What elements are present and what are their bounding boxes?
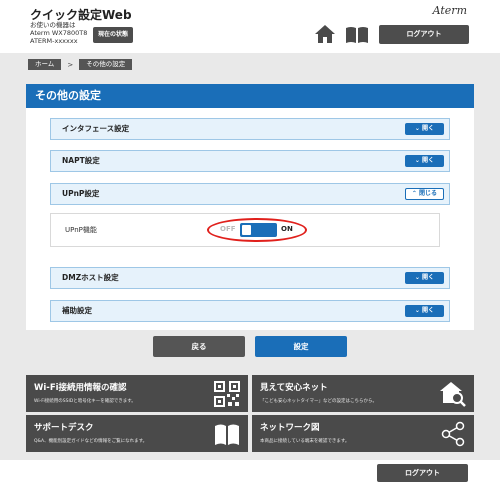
open-button-interface[interactable]: ⌄ 開く bbox=[405, 123, 444, 135]
section-label: UPnP設定 bbox=[62, 189, 100, 198]
breadcrumb: ホーム > その他の設定 bbox=[28, 59, 133, 70]
section-upnp[interactable]: UPnP設定 ⌃ 閉じる bbox=[50, 183, 450, 205]
tile-title: 見えて安心ネット bbox=[260, 383, 328, 393]
tile-desc: Q&A、機能別設定ガイドなどの情報をご覧になれます。 bbox=[34, 439, 148, 444]
upnp-function-row: UPnP機能 OFF ON bbox=[50, 213, 440, 247]
tile-desc: 「こども安心ネットタイマー」などの設定はこちらから。 bbox=[260, 399, 377, 404]
open-button-napt[interactable]: ⌄ 開く bbox=[405, 155, 444, 167]
open-button-label: 開く bbox=[422, 274, 435, 281]
toggle-off-label: OFF bbox=[220, 225, 236, 233]
home-search-icon bbox=[440, 382, 466, 407]
open-button-dmz[interactable]: ⌄ 開く bbox=[405, 272, 444, 284]
qr-code-icon bbox=[214, 381, 240, 407]
section-label: NAPT設定 bbox=[62, 156, 100, 165]
logout-button-top[interactable]: ログアウト bbox=[379, 25, 469, 44]
header: クイック設定Web お使いの機器は Aterm WX7800T8 ATERM-x… bbox=[0, 0, 500, 53]
page-title: その他の設定 bbox=[26, 84, 474, 108]
upnp-function-label: UPnP機能 bbox=[65, 226, 97, 234]
section-dmz-host[interactable]: DMZホスト設定 ⌄ 開く bbox=[50, 267, 450, 289]
close-button-upnp[interactable]: ⌃ 閉じる bbox=[405, 188, 444, 200]
tile-title: サポートデスク bbox=[34, 423, 94, 433]
chevron-up-icon: ⌃ bbox=[411, 190, 417, 197]
chevron-down-icon: ⌄ bbox=[414, 125, 420, 132]
section-auxiliary[interactable]: 補助設定 ⌄ 開く bbox=[50, 300, 450, 322]
device-model: Aterm WX7800T8 bbox=[30, 29, 88, 37]
toggle-knob[interactable] bbox=[242, 225, 251, 235]
device-caption: お使いの機器は bbox=[30, 21, 76, 29]
logout-button-bottom[interactable]: ログアウト bbox=[377, 464, 468, 482]
section-interface[interactable]: インタフェース設定 ⌄ 開く bbox=[50, 118, 450, 140]
chevron-down-icon: ⌄ bbox=[414, 274, 420, 281]
tile-support-desk[interactable]: サポートデスク Q&A、機能別設定ガイドなどの情報をご覧になれます。 bbox=[26, 415, 248, 452]
network-share-icon bbox=[441, 421, 465, 447]
book-icon bbox=[215, 424, 239, 445]
open-button-label: 開く bbox=[422, 307, 435, 314]
breadcrumb-current: その他の設定 bbox=[79, 59, 133, 70]
toggle-on-label: ON bbox=[281, 225, 293, 233]
back-button[interactable]: 戻る bbox=[153, 336, 245, 357]
device-info: お使いの機器は Aterm WX7800T8 ATERM-xxxxxx bbox=[30, 21, 87, 45]
section-label: インタフェース設定 bbox=[62, 124, 130, 133]
current-status-button[interactable]: 現在の状態 bbox=[93, 27, 133, 43]
tile-mieru-anshin-net[interactable]: 見えて安心ネット 「こども安心ネットタイマー」などの設定はこちらから。 bbox=[252, 375, 474, 412]
tile-title: Wi-Fi接続用情報の確認 bbox=[34, 383, 127, 393]
close-button-label: 閉じる bbox=[419, 190, 438, 197]
tile-title: ネットワーク図 bbox=[260, 423, 320, 433]
open-button-label: 開く bbox=[422, 157, 435, 164]
tile-wifi-info[interactable]: Wi-Fi接続用情報の確認 Wi-Fi接続用のSSIDと暗号化キーを確認できます… bbox=[26, 375, 248, 412]
brand-logo: Aterm bbox=[432, 4, 467, 17]
breadcrumb-home[interactable]: ホーム bbox=[28, 59, 62, 70]
tile-desc: Wi-Fi接続用のSSIDと暗号化キーを確認できます。 bbox=[34, 399, 136, 404]
toggle-switch[interactable] bbox=[240, 223, 277, 237]
breadcrumb-separator: > bbox=[67, 60, 74, 69]
home-icon[interactable] bbox=[315, 25, 335, 43]
section-napt[interactable]: NAPT設定 ⌄ 開く bbox=[50, 150, 450, 172]
section-label: DMZホスト設定 bbox=[62, 273, 119, 282]
open-button-auxiliary[interactable]: ⌄ 開く bbox=[405, 305, 444, 317]
section-label: 補助設定 bbox=[62, 306, 92, 315]
tile-desc: 本商品に接続している端末を確認できます。 bbox=[260, 439, 350, 444]
manual-book-icon[interactable] bbox=[345, 26, 369, 43]
open-button-label: 開く bbox=[422, 125, 435, 132]
tile-network-map[interactable]: ネットワーク図 本商品に接続している端末を確認できます。 bbox=[252, 415, 474, 452]
chevron-down-icon: ⌄ bbox=[414, 307, 420, 314]
upnp-toggle[interactable]: OFF ON bbox=[207, 218, 307, 242]
device-id: ATERM-xxxxxx bbox=[30, 37, 78, 45]
save-button[interactable]: 設定 bbox=[255, 336, 347, 357]
chevron-down-icon: ⌄ bbox=[414, 157, 420, 164]
